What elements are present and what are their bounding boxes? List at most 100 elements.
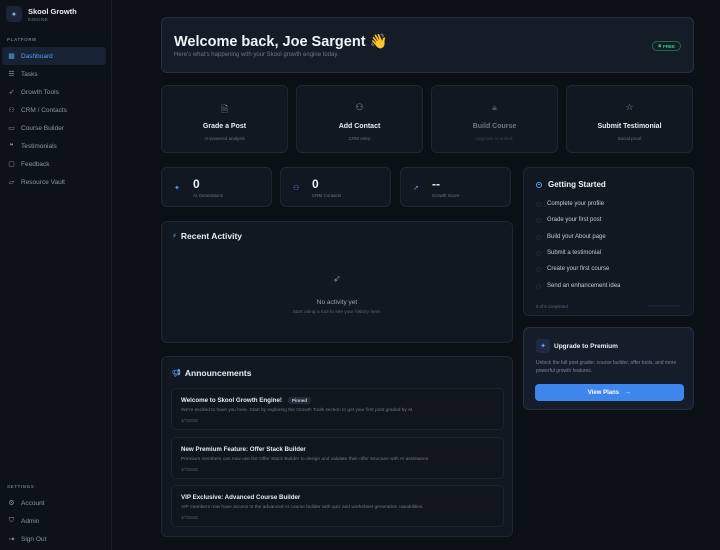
checkbox-icon (536, 250, 541, 256)
sparkle-icon: ✦ (6, 6, 22, 22)
checklist-label: Submit a testimonial (547, 250, 602, 256)
checklist-item[interactable]: Build your About page (536, 234, 606, 240)
checklist-item[interactable]: Complete your profile (536, 201, 604, 207)
stat-label: Growth Score (432, 193, 460, 198)
announcement-title: VIP Exclusive: Advanced Course Builder (181, 494, 301, 501)
stat-growth-score: ↗ -- Growth Score (400, 167, 511, 207)
checklist-label: Complete your profile (547, 201, 605, 207)
submit-testimonial-card[interactable]: ☆ Submit Testimonial Social proof (566, 85, 693, 153)
checkbox-icon (536, 201, 541, 207)
sidebar-item-growth-tools[interactable]: ➶ Growth Tools (2, 83, 106, 101)
stat-value: 0 (312, 177, 319, 191)
sidebar-item-dashboard[interactable]: ▦ Dashboard (2, 47, 106, 65)
sidebar-item-crm-contacts[interactable]: ⚇ CRM / Contacts (2, 101, 106, 119)
announcement-item[interactable]: Welcome to Skool Growth Engine! Pinned W… (171, 388, 504, 430)
action-subtitle: Upgrade to unlock (476, 136, 513, 141)
announcement-date: 4/7/2026 (181, 515, 198, 520)
stat-ai-generations: ✦ 0 AI Generations (161, 167, 272, 207)
empty-state-title: No activity yet (316, 299, 358, 306)
welcome-banner: Welcome back, Joe Sargent 👋 Here's what'… (161, 17, 694, 73)
sidebar-item-label: Growth Tools (21, 88, 59, 96)
announcements-title: Announcements (184, 368, 252, 378)
sidebar-item-label: Admin (21, 517, 40, 525)
sidebar-item-label: Feedback (21, 160, 50, 168)
action-subtitle: CRM entry (348, 136, 371, 141)
build-course-card[interactable]: 🔒︎ Build Course Upgrade to unlock (431, 85, 558, 153)
checkbox-icon (536, 234, 541, 240)
announcement-body: We're excited to have you here. Start by… (181, 408, 414, 413)
action-title: Add Contact (338, 123, 381, 130)
sidebar-item-tasks[interactable]: ☰ Tasks (2, 65, 106, 83)
star-icon: ☆ (625, 102, 634, 112)
sidebar-item-label: Course Builder (21, 124, 64, 132)
brand[interactable]: ✦ Skool Growth ENGINE (6, 6, 77, 22)
getting-started-title: Getting Started (548, 180, 606, 189)
view-plans-button[interactable]: View Plans → (535, 384, 684, 401)
checklist-label: Build your About page (547, 234, 606, 240)
plan-badge-label: FREE (662, 43, 675, 49)
checklist-label: Create your first course (547, 266, 610, 272)
getting-started-panel: Getting Started Complete your profile Gr… (523, 167, 694, 316)
announcement-item[interactable]: VIP Exclusive: Advanced Course Builder V… (171, 485, 504, 527)
sidebar-item-sign-out[interactable]: ⇥ Sign Out (2, 530, 106, 548)
platform-nav: ▦ Dashboard ☰ Tasks ➶ Growth Tools ⚇ CRM… (2, 47, 106, 191)
sidebar-item-label: CRM / Contacts (21, 106, 67, 114)
grid-icon: ▦ (8, 53, 15, 60)
sparkle-icon: ✦ (536, 339, 550, 353)
checklist-label: Grade your first post (547, 217, 602, 223)
sidebar-item-testimonials[interactable]: ❝ Testimonials (2, 137, 106, 155)
folder-icon: ▱ (8, 179, 15, 186)
upgrade-panel: ✦ Upgrade to Premium Unlock the full pos… (523, 327, 694, 410)
announcement-body: VIP members now have access to the advan… (181, 505, 424, 510)
brand-name: Skool Growth (28, 6, 77, 16)
announcements-panel: 📢︎ Announcements Welcome to Skool Growth… (161, 356, 513, 537)
sidebar-item-label: Tasks (21, 70, 38, 78)
gear-icon: ⚙ (8, 500, 15, 507)
stat-crm-contacts: ⚇ 0 CRM Contacts (280, 167, 391, 207)
action-subtitle: Social proof (617, 136, 642, 141)
settings-section-label: SETTINGS (7, 484, 35, 489)
checklist-item[interactable]: Submit a testimonial (536, 250, 601, 256)
announcement-item[interactable]: New Premium Feature: Offer Stack Builder… (171, 437, 504, 479)
rocket-icon: ➶ (8, 89, 15, 96)
sidebar-item-label: Testimonials (21, 142, 57, 150)
announcement-body: Premium members can now use the Offer St… (181, 457, 430, 462)
megaphone-icon: 📢︎ (172, 370, 181, 377)
getting-started-header: Getting Started (536, 180, 606, 189)
announcement-title-row: VIP Exclusive: Advanced Course Builder (181, 494, 300, 501)
upgrade-title: Upgrade to Premium (554, 343, 618, 350)
add-contact-card[interactable]: ⚇ Add Contact CRM entry (296, 85, 423, 153)
sparkle-icon: ✦ (174, 185, 180, 192)
sidebar-item-admin[interactable]: ⛉ Admin (2, 512, 106, 530)
sidebar-item-course-builder[interactable]: ▭ Course Builder (2, 119, 106, 137)
announcement-title: Welcome to Skool Growth Engine! (181, 397, 282, 404)
checklist-item[interactable]: Send an enhancement idea (536, 283, 620, 289)
recent-activity-panel: ⚡︎ Recent Activity ➶ No activity yet Sta… (161, 221, 513, 343)
announcement-title-row: New Premium Feature: Offer Stack Builder (181, 446, 306, 453)
lock-icon: 🔒︎ (658, 43, 661, 49)
rocket-icon: ➶ (332, 274, 342, 285)
stat-label: AI Generations (193, 193, 224, 198)
arrow-right-icon: → (624, 389, 632, 396)
announcement-title-row: Welcome to Skool Growth Engine! Pinned (181, 397, 311, 404)
checklist-item[interactable]: Create your first course (536, 266, 609, 272)
sidebar-item-label: Sign Out (21, 535, 47, 543)
target-icon (536, 181, 542, 188)
brand-subtitle: ENGINE (28, 16, 49, 22)
sidebar: ✦ Skool Growth ENGINE PLATFORM ▦ Dashboa… (0, 0, 112, 550)
announcement-title: New Premium Feature: Offer Stack Builder (181, 446, 306, 453)
lock-icon: 🔒︎ (492, 102, 497, 112)
sidebar-item-feedback[interactable]: ▢ Feedback (2, 155, 106, 173)
users-icon: ⚇ (355, 102, 364, 112)
shield-icon: ⛉ (8, 517, 15, 524)
settings-nav: ⚙ Account ⛉ Admin ⇥ Sign Out (2, 494, 106, 548)
checkbox-icon (536, 266, 541, 272)
grade-post-card[interactable]: 🗎︎ Grade a Post AI-powered analysis (161, 85, 288, 153)
checklist-item[interactable]: Grade your first post (536, 217, 601, 223)
sidebar-item-resource-vault[interactable]: ▱ Resource Vault (2, 173, 106, 191)
announcement-date: 4/7/2026 (181, 418, 198, 423)
panel-title: ⚡︎ Recent Activity (172, 231, 242, 241)
message-icon: ▢ (8, 161, 15, 168)
list-icon: ☰ (8, 71, 15, 78)
sidebar-item-account[interactable]: ⚙ Account (2, 494, 106, 512)
